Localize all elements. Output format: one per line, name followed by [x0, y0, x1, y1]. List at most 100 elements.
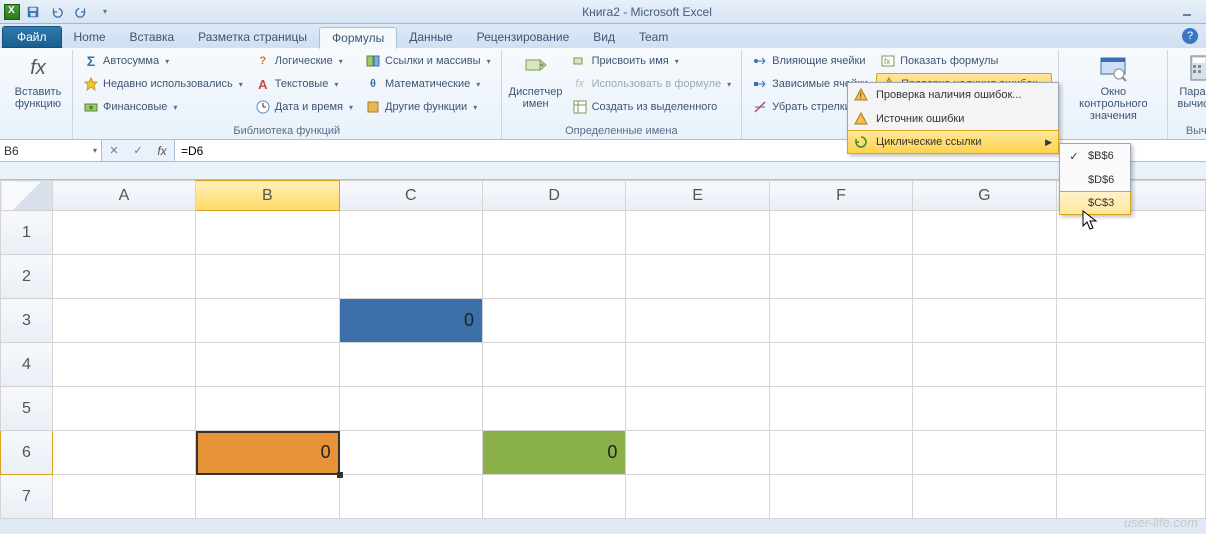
tab-home[interactable]: Home	[62, 26, 118, 48]
col-header-E[interactable]: E	[626, 181, 769, 211]
tag-icon	[520, 52, 552, 84]
worksheet-grid[interactable]: A B C D E F G 1 2 3 0 4 5 6 0 0 7	[0, 180, 1206, 519]
define-name-button[interactable]: Присвоить имя▾	[568, 50, 736, 72]
book-icon	[365, 99, 381, 115]
watch-window-button[interactable]: Окно контрольногозначения	[1065, 50, 1161, 122]
fx-small-icon: fx	[572, 76, 588, 92]
col-header-B[interactable]: B	[196, 181, 339, 211]
ribbon-tabs: Файл Home Вставка Разметка страницы Форм…	[0, 24, 1206, 48]
use-in-formula-button: fxИспользовать в формуле▾	[568, 73, 736, 95]
text-button[interactable]: AТекстовые▾	[251, 73, 357, 95]
save-button[interactable]	[22, 2, 44, 22]
name-box[interactable]: B6 ▾	[0, 140, 102, 161]
calculator-icon	[1183, 52, 1206, 84]
excel-icon	[4, 4, 20, 20]
star-icon	[83, 76, 99, 92]
minimize-button[interactable]	[1174, 4, 1200, 20]
check-icon: ✓	[1066, 150, 1082, 163]
tag-small-icon	[572, 53, 588, 69]
insert-function-button[interactable]: fx Вставить функцию	[10, 50, 66, 110]
warning-arrow-icon	[852, 110, 870, 128]
svg-text:fx: fx	[884, 57, 890, 66]
window-title: Книга2 - Microsoft Excel	[120, 5, 1174, 19]
text-icon: A	[255, 76, 271, 92]
financial-button[interactable]: Финансовые▾	[79, 96, 247, 118]
col-header-A[interactable]: A	[52, 181, 195, 211]
col-header-G[interactable]: G	[913, 181, 1056, 211]
row-header-6[interactable]: 6	[1, 431, 53, 475]
cell-C3[interactable]: 0	[339, 299, 482, 343]
name-manager-button[interactable]: Диспетчер имен	[508, 50, 564, 110]
circular-ref-item-1[interactable]: $D$6	[1060, 168, 1130, 192]
row-header-3[interactable]: 3	[1, 299, 53, 343]
qat-customize-button[interactable]: ▾	[94, 2, 116, 22]
enter-icon[interactable]: ✓	[126, 144, 150, 157]
calc-options-button[interactable]: Парамевычисле	[1174, 50, 1206, 110]
undo-button[interactable]	[46, 2, 68, 22]
col-header-C[interactable]: C	[339, 181, 482, 211]
select-all-corner[interactable]	[1, 181, 53, 211]
formula-bar-buttons: ✕ ✓ fx	[102, 140, 175, 161]
remove-arrows-icon	[752, 99, 768, 115]
row-header-2[interactable]: 2	[1, 255, 53, 299]
row-header-4[interactable]: 4	[1, 343, 53, 387]
menu-check-errors[interactable]: ! Проверка наличия ошибок...	[848, 83, 1058, 107]
clock-icon	[255, 99, 271, 115]
cell-B6[interactable]: 0	[196, 431, 339, 475]
row-header-1[interactable]: 1	[1, 211, 53, 255]
warning-icon: !	[852, 86, 870, 104]
sigma-icon: Σ	[83, 53, 99, 69]
tab-data[interactable]: Данные	[397, 26, 464, 48]
tab-insert[interactable]: Вставка	[118, 26, 187, 48]
precedents-icon	[752, 53, 768, 69]
trace-precedents-button[interactable]: Влияющие ячейки	[748, 50, 872, 72]
error-check-menu: ! Проверка наличия ошибок... Источник ош…	[847, 82, 1059, 154]
fill-handle[interactable]	[337, 472, 343, 478]
more-functions-button[interactable]: Другие функции▾	[361, 96, 495, 118]
window-controls	[1174, 4, 1206, 20]
group-function-library: ΣАвтосумма▾ Недавно использовались▾ Фина…	[73, 50, 502, 139]
row-header-7[interactable]: 7	[1, 475, 53, 519]
redo-button[interactable]	[70, 2, 92, 22]
group-insert-function: fx Вставить функцию	[4, 50, 73, 139]
circular-ref-item-2[interactable]: $C$3	[1059, 191, 1131, 215]
group-watch: Окно контрольногозначения	[1058, 50, 1168, 139]
math-button[interactable]: θМатематические▾	[361, 73, 495, 95]
circular-refs-submenu: ✓$B$6 $D$6 $C$3	[1059, 143, 1131, 215]
show-formulas-icon: fx	[880, 53, 896, 69]
dependents-icon	[752, 76, 768, 92]
cell-D6[interactable]: 0	[483, 431, 626, 475]
money-icon	[83, 99, 99, 115]
dropdown-icon: ▾	[93, 146, 97, 155]
logical-button[interactable]: ?Логические▾	[251, 50, 357, 72]
svg-text:!: !	[860, 91, 863, 101]
tab-team[interactable]: Team	[627, 26, 680, 48]
fx-icon[interactable]: fx	[150, 144, 174, 158]
menu-trace-error[interactable]: Источник ошибки	[848, 107, 1058, 131]
tab-formulas[interactable]: Формулы	[319, 27, 397, 49]
autosum-button[interactable]: ΣАвтосумма▾	[79, 50, 247, 72]
cancel-icon[interactable]: ✕	[102, 144, 126, 157]
tab-review[interactable]: Рецензирование	[465, 26, 582, 48]
watch-icon	[1097, 52, 1129, 84]
recent-button[interactable]: Недавно использовались▾	[79, 73, 247, 95]
circular-ref-item-0[interactable]: ✓$B$6	[1060, 144, 1130, 168]
datetime-button[interactable]: Дата и время▾	[251, 96, 357, 118]
row-header-5[interactable]: 5	[1, 387, 53, 431]
create-from-selection-button[interactable]: Создать из выделенного	[568, 96, 736, 118]
theta-icon: θ	[365, 76, 381, 92]
menu-circular-refs[interactable]: Циклические ссылки ▶	[847, 130, 1059, 154]
grid-icon	[572, 99, 588, 115]
col-header-D[interactable]: D	[483, 181, 626, 211]
lookup-button[interactable]: Ссылки и массивы▾	[361, 50, 495, 72]
help-icon[interactable]: ?	[1182, 28, 1198, 44]
tab-view[interactable]: Вид	[581, 26, 627, 48]
tab-pagelayout[interactable]: Разметка страницы	[186, 26, 319, 48]
group-calculation: Парамевычисле Вычи	[1168, 50, 1206, 139]
spacer-strip	[0, 162, 1206, 180]
show-formulas-button[interactable]: fxПоказать формулы	[876, 50, 1052, 72]
col-header-F[interactable]: F	[769, 181, 912, 211]
submenu-arrow-icon: ▶	[1045, 137, 1052, 148]
file-tab[interactable]: Файл	[2, 26, 62, 48]
circular-icon	[852, 133, 870, 151]
